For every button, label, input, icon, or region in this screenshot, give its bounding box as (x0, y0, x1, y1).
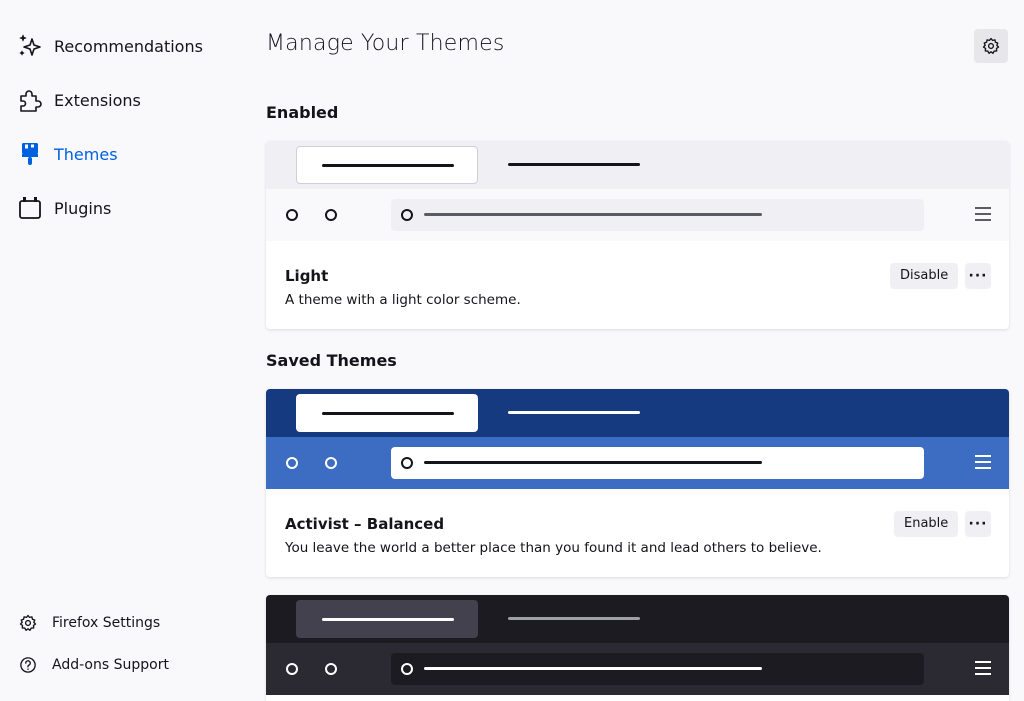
enabled-heading: Enabled (266, 103, 339, 122)
menu-icon (975, 661, 991, 675)
theme-card-dark (266, 595, 1009, 701)
addons-support-link[interactable]: Add-ons Support (18, 653, 169, 677)
preview-urlbar (391, 653, 924, 685)
enable-button[interactable]: Enable (894, 511, 959, 537)
theme-info: Activist – Balanced You leave the world … (266, 489, 1009, 577)
preview-selected-tab (296, 146, 478, 184)
preview-toolbar (266, 643, 1009, 695)
sidebar-item-label: Themes (54, 144, 118, 164)
preview-urlbar (391, 199, 924, 231)
sidebar-item-label: Plugins (54, 198, 112, 218)
firefox-settings-link[interactable]: Firefox Settings (18, 611, 160, 635)
more-options-button[interactable]: ··· (965, 511, 991, 537)
gear-icon (982, 37, 1000, 55)
preview-tabstrip (266, 595, 1009, 643)
gear-icon (18, 613, 38, 633)
theme-name: Light (285, 267, 329, 285)
sidebar-item-themes[interactable]: Themes (16, 136, 118, 172)
plugin-icon (16, 194, 44, 222)
theme-description: A theme with a light color scheme. (285, 292, 521, 308)
theme-card-light: Light A theme with a light color scheme.… (266, 141, 1009, 329)
footer-item-label: Firefox Settings (52, 615, 161, 631)
sidebar-item-label: Extensions (54, 90, 141, 110)
preview-toolbar (266, 437, 1009, 489)
preview-tabstrip (266, 389, 1009, 437)
tools-button[interactable] (974, 29, 1008, 63)
theme-preview[interactable] (266, 389, 1009, 489)
preview-tab-line (508, 163, 640, 166)
preview-selected-tab (296, 394, 478, 432)
help-icon (18, 655, 38, 675)
footer-item-label: Add-ons Support (52, 657, 169, 673)
preview-tabstrip (266, 141, 1009, 189)
saved-themes-heading: Saved Themes (266, 351, 397, 370)
more-icon: ··· (968, 268, 988, 284)
theme-card-activist: Activist – Balanced You leave the world … (266, 389, 1009, 577)
theme-name: Activist – Balanced (285, 515, 445, 533)
sparkle-icon (16, 32, 44, 60)
sidebar-item-recommendations[interactable]: Recommendations (16, 28, 203, 64)
more-options-button[interactable]: ··· (965, 263, 991, 289)
disable-button[interactable]: Disable (890, 263, 959, 289)
theme-description: You leave the world a better place than … (285, 540, 822, 556)
theme-preview[interactable] (266, 141, 1009, 241)
preview-selected-tab (296, 600, 478, 638)
menu-icon (975, 455, 991, 469)
theme-info: Light A theme with a light color scheme.… (266, 241, 1009, 329)
page-title: Manage Your Themes (266, 31, 505, 56)
more-icon: ··· (968, 516, 988, 532)
sidebar-item-label: Recommendations (54, 36, 203, 56)
preview-toolbar (266, 189, 1009, 241)
menu-icon (975, 207, 991, 221)
paintbrush-icon (16, 140, 44, 168)
puzzle-icon (16, 86, 44, 114)
sidebar-item-extensions[interactable]: Extensions (16, 82, 141, 118)
preview-tab-line (508, 617, 640, 620)
sidebar: Recommendations Extensions Themes Plugin… (0, 0, 240, 701)
preview-urlbar (391, 447, 924, 479)
sidebar-item-plugins[interactable]: Plugins (16, 190, 111, 226)
preview-tab-line (508, 411, 640, 414)
theme-preview[interactable] (266, 595, 1009, 695)
